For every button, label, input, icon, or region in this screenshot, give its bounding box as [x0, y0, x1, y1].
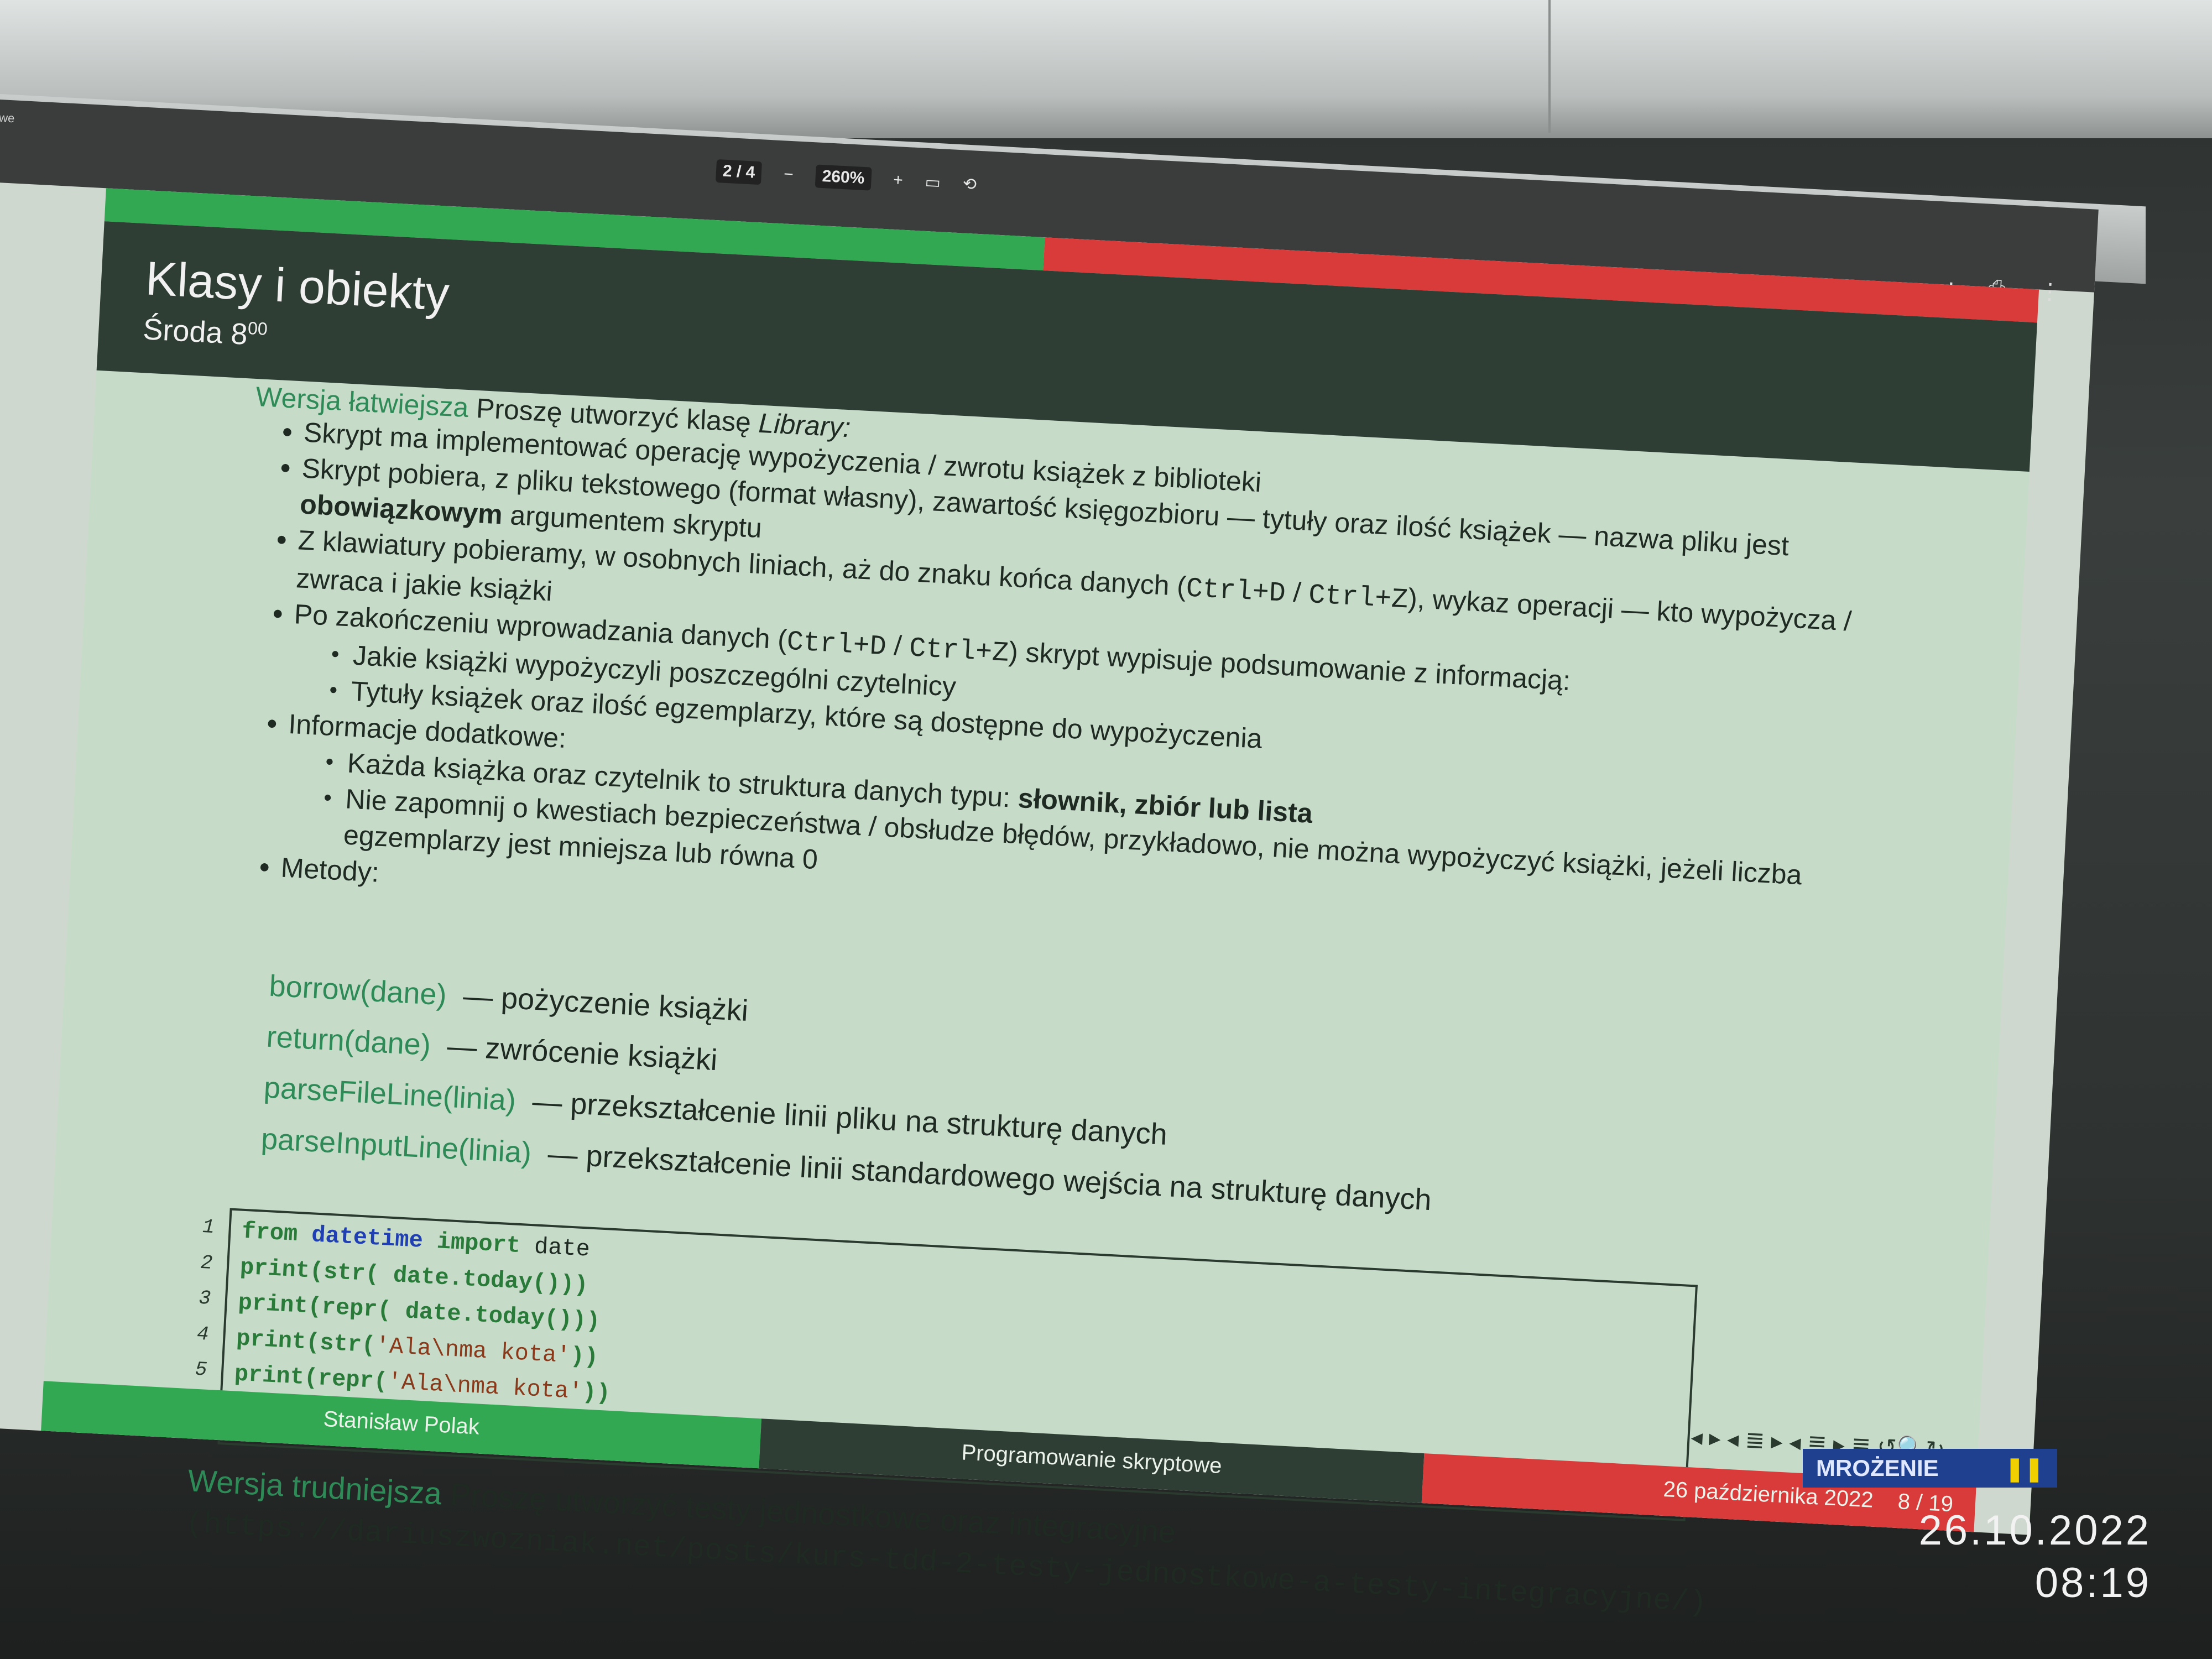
zoom-in-button[interactable]: + [893, 171, 903, 190]
slide: Klasy i obiekty Środa 800 Wersja łatwiej… [41, 188, 2039, 1620]
freeze-label: MROŻENIE [1816, 1455, 1939, 1481]
app-name: we [0, 110, 15, 126]
subtitle-day: Środa 8 [142, 312, 249, 351]
subtitle-minutes: 00 [247, 318, 268, 339]
module: datetime [311, 1222, 424, 1254]
fit-page-icon[interactable]: ▭ [925, 172, 941, 192]
method-desc: — zwrócenie książki [446, 1029, 718, 1077]
photo-timestamp: 26.10.2022 08:19 [1919, 1504, 2151, 1609]
methods-list: borrow(dane) — pożyczenie książki return(… [259, 967, 1441, 1232]
stamp-date: 26.10.2022 [1918, 1507, 2151, 1554]
page-indicator[interactable]: 2 / 4 [715, 159, 763, 185]
method-desc: — pożyczenie książki [462, 979, 749, 1028]
inline-code: Ctrl+D [1185, 573, 1287, 610]
rotate-icon[interactable]: ⟲ [962, 174, 977, 194]
zoom-out-button[interactable]: − [783, 165, 794, 184]
slide-title: Klasy i obiekty [144, 252, 451, 321]
separator: / [885, 629, 910, 662]
inline-code: Ctrl+Z [908, 633, 1010, 670]
string-literal: 'Ala\nma kota' [374, 1332, 571, 1369]
freeze-indicator[interactable]: MROŻENIE ❚❚ [1803, 1449, 2057, 1488]
ceiling-seam [1548, 0, 1551, 133]
line-number: 1 [202, 1215, 215, 1239]
stamp-time: 08:19 [2034, 1559, 2151, 1606]
method-name: borrow(dane) [268, 969, 448, 1012]
line-number: 5 [194, 1358, 208, 1382]
inline-code: Ctrl+D [786, 626, 888, 664]
method-name: parseFileLine(linia) [263, 1071, 517, 1118]
keyword: from [241, 1218, 299, 1248]
more-vertical-icon[interactable]: ⋮ [2038, 278, 2062, 317]
projection-screen: we 2 / 4 − 260% + ▭ ⟲ ⭳ ⎙ ⋮ Klasy i obie… [0, 100, 2099, 1620]
pause-icon: ❚❚ [2005, 1455, 2044, 1481]
inline-code: Ctrl+Z [1307, 580, 1409, 617]
identifier: date [533, 1233, 591, 1263]
harder-label: Wersja trudniejsza [187, 1463, 443, 1511]
zoom-level[interactable]: 260% [815, 164, 872, 191]
method-name: parseInputLine(linia) [260, 1121, 533, 1170]
line-number: 3 [198, 1286, 212, 1311]
line-number: 4 [196, 1322, 210, 1346]
lead-class: Library: [758, 407, 852, 444]
code-text: print(str( [236, 1325, 377, 1359]
code-text: print(repr( [233, 1360, 389, 1396]
separator: / [1285, 576, 1310, 609]
method-name: return(dane) [265, 1020, 432, 1062]
slide-subtitle: Środa 800 [142, 312, 268, 353]
keyword: import [436, 1228, 521, 1260]
requirements-list: Skrypt ma implementować operację wypożyc… [258, 414, 1939, 972]
line-number: 2 [200, 1251, 213, 1275]
bullet-text: Metody: [280, 852, 380, 888]
toolbar-controls: 2 / 4 − 260% + ▭ ⟲ [715, 159, 977, 196]
code-text: )) [570, 1342, 599, 1371]
code-text: )) [581, 1379, 611, 1407]
